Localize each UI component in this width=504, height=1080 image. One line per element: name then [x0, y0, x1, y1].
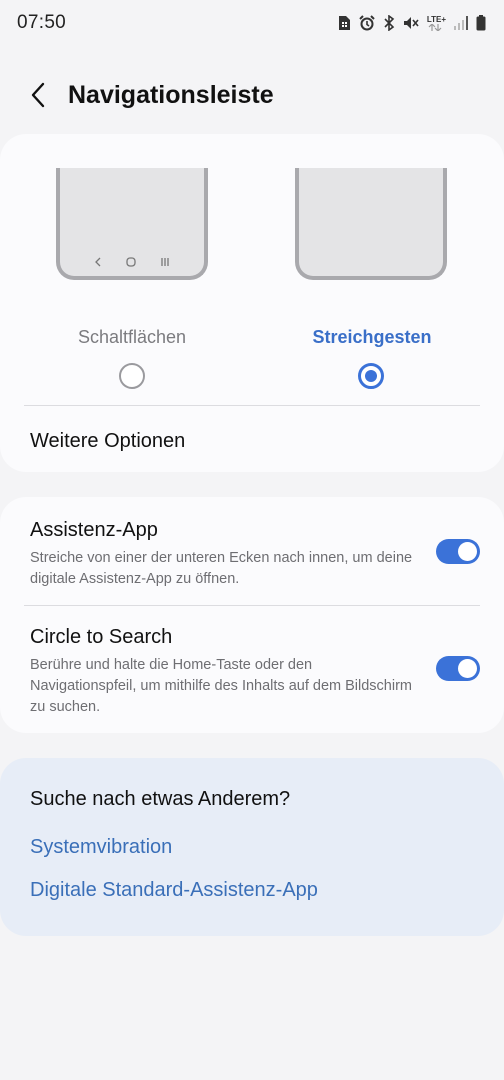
- lte-label: LTE+: [426, 14, 446, 24]
- more-options-item[interactable]: Weitere Optionen: [30, 416, 185, 466]
- page-title: Navigationsleiste: [68, 80, 274, 109]
- nav-home-icon: [126, 257, 136, 267]
- back-arrow-icon: [31, 82, 45, 108]
- circle-to-search-row[interactable]: Circle to Search Berühre und halte die H…: [30, 626, 480, 716]
- option-buttons-label[interactable]: Schaltflächen: [32, 327, 232, 348]
- back-button[interactable]: [8, 70, 68, 120]
- bluetooth-icon: [384, 15, 395, 31]
- nav-back-icon: [95, 257, 101, 267]
- alarm-icon: [359, 15, 375, 31]
- data-arrows-icon: [428, 23, 442, 31]
- sim-card-icon: [338, 16, 350, 30]
- circle-to-search-title: Circle to Search: [30, 626, 173, 648]
- gestures-preview[interactable]: [295, 168, 447, 280]
- assistant-app-switch[interactable]: [436, 539, 480, 564]
- assistant-app-title: Assistenz-App: [30, 519, 158, 541]
- assistant-app-description: Streiche von einer der unteren Ecken nac…: [30, 550, 413, 587]
- battery-icon: [476, 15, 486, 31]
- lte-indicator: LTE+: [426, 14, 446, 31]
- default-assistant-link[interactable]: Digitale Standard-Assistenz-App: [30, 879, 318, 902]
- circle-to-search-description: Berühre und halte die Home-Taste oder de…: [30, 657, 412, 715]
- suggestions-title: Suche nach etwas Anderem?: [30, 788, 291, 810]
- gesture-options-card: Assistenz-App Streiche von einer der unt…: [0, 497, 504, 733]
- nav-recents-icon: [161, 258, 169, 266]
- mute-icon: [403, 17, 419, 29]
- circle-to-search-switch[interactable]: [436, 656, 480, 681]
- gestures-radio[interactable]: [358, 363, 384, 389]
- buttons-preview[interactable]: [56, 168, 208, 280]
- navigation-type-card: Schaltflächen Streichgesten Weitere Opti…: [0, 134, 504, 472]
- system-vibration-link[interactable]: Systemvibration: [30, 836, 172, 859]
- suggestions-card: Suche nach etwas Anderem? Systemvibratio…: [0, 758, 504, 936]
- buttons-radio[interactable]: [119, 363, 145, 389]
- preview-navbar: [60, 254, 204, 270]
- option-gestures-label[interactable]: Streichgesten: [272, 327, 472, 348]
- status-time: 07:50: [17, 12, 67, 33]
- divider: [24, 405, 480, 406]
- status-icons: LTE+: [337, 15, 486, 31]
- status-bar: 07:50 LTE+: [0, 0, 504, 46]
- signal-icon: [454, 16, 468, 30]
- divider: [24, 605, 480, 606]
- assistant-app-row[interactable]: Assistenz-App Streiche von einer der unt…: [30, 519, 480, 599]
- app-header: Navigationsleiste: [0, 70, 504, 120]
